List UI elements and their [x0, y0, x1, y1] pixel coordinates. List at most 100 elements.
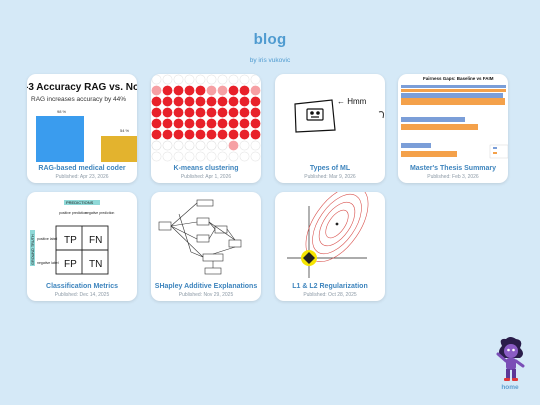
grid-dot — [195, 118, 206, 129]
grid-dot — [206, 151, 217, 162]
grid-dot — [173, 140, 184, 151]
grid-dot — [250, 118, 261, 129]
grid-dot — [195, 140, 206, 151]
matrix-row2-label: negative label — [37, 261, 59, 265]
post-card-rag[interactable]: -3 Accuracy RAG vs. No R RAG increases a… — [27, 74, 137, 183]
post-date: Published: Dec 14, 2025 — [54, 292, 110, 298]
grid-dot — [184, 85, 195, 96]
grid-dot — [250, 74, 261, 85]
post-card-shap[interactable]: SHapley Additive Explanations Published:… — [151, 192, 261, 301]
byline: by iris vukovic — [249, 57, 291, 64]
grid-dot — [228, 129, 239, 140]
post-date: Published: Mar 9, 2026 — [304, 174, 356, 180]
grid-dot — [228, 151, 239, 162]
grid-dot — [250, 96, 261, 107]
grid-dot — [217, 140, 228, 151]
shap-diagram — [158, 199, 242, 275]
post-card-types-ml[interactable]: ← Hmm Types of ML Published: Mar 9, 2026 — [275, 74, 385, 183]
cluster-grid-image — [151, 74, 261, 162]
post-title[interactable]: K-means clustering — [151, 165, 261, 172]
grid-dot — [228, 74, 239, 85]
post-title[interactable]: SHapley Additive Explanations — [151, 283, 261, 290]
grid-dot — [239, 96, 250, 107]
grid-dot — [217, 85, 228, 96]
grid-dot — [206, 74, 217, 85]
grid-dot — [151, 151, 162, 162]
post-card-regularization[interactable]: L1 & L2 Regularization Published: Oct 28… — [275, 192, 385, 301]
post-date: Published: Apr 1, 2026 — [180, 174, 232, 180]
grid-dot — [239, 151, 250, 162]
grid-dot — [195, 129, 206, 140]
post-date: Published: Feb 3, 2026 — [427, 174, 479, 180]
matrix-row1-label: positive label — [37, 237, 57, 241]
grid-dot — [250, 151, 261, 162]
post-date: Published: Nov 29, 2025 — [178, 292, 234, 298]
grid-dot — [239, 107, 250, 118]
post-thumbnail — [275, 192, 385, 280]
thumb-subheading: RAG increases accuracy by 44% — [31, 96, 126, 103]
grid-dot — [151, 85, 162, 96]
matrix-col1-label: positive prediction — [59, 211, 87, 215]
grid-dot — [162, 129, 173, 140]
matrix-cell: TP — [64, 235, 77, 246]
grid-dot — [217, 107, 228, 118]
grid-dot — [239, 85, 250, 96]
post-thumbnail: -3 Accuracy RAG vs. No R RAG increases a… — [27, 74, 137, 162]
grid-dot — [173, 96, 184, 107]
post-title[interactable]: RAG-based medical coder — [27, 165, 137, 172]
grid-dot — [239, 118, 250, 129]
post-card-thesis[interactable]: Fairness Gaps: Baseline vs FAIM Master's… — [398, 74, 508, 183]
grid-dot — [184, 74, 195, 85]
grid-dot — [239, 140, 250, 151]
home-link[interactable]: home — [492, 336, 528, 394]
post-title[interactable]: L1 & L2 Regularization — [275, 283, 385, 290]
matrix-cell: TN — [89, 259, 102, 270]
grid-dot — [162, 151, 173, 162]
grid-dot — [217, 96, 228, 107]
post-thumbnail — [151, 192, 261, 280]
doodle-mark — [378, 111, 384, 119]
grid-dot — [184, 140, 195, 151]
post-thumbnail: PREDICTIONS positive prediction negative… — [27, 192, 137, 280]
bar-value-label: 98 % — [57, 109, 67, 114]
grid-dot — [250, 129, 261, 140]
grid-dot — [228, 140, 239, 151]
grid-dot — [173, 74, 184, 85]
post-thumbnail: ← Hmm — [275, 74, 385, 162]
grid-dot — [250, 107, 261, 118]
grid-dot — [206, 140, 217, 151]
post-thumbnail — [151, 74, 261, 162]
grid-dot — [217, 151, 228, 162]
doodle-note: ← Hmm — [337, 97, 367, 106]
post-card-classification[interactable]: PREDICTIONS positive prediction negative… — [27, 192, 137, 301]
grid-dot — [173, 129, 184, 140]
grid-dot — [151, 96, 162, 107]
avatar-character-icon[interactable] — [492, 336, 528, 384]
post-title[interactable]: Types of ML — [275, 165, 385, 172]
post-card-kmeans[interactable]: K-means clustering Published: Apr 1, 202… — [151, 74, 261, 183]
grid-dot — [151, 118, 162, 129]
grid-dot — [239, 129, 250, 140]
post-title[interactable]: Classification Metrics — [27, 283, 137, 290]
grid-dot — [206, 96, 217, 107]
grid-dot — [228, 118, 239, 129]
grid-dot — [162, 96, 173, 107]
page-title: blog — [253, 31, 287, 48]
post-date: Published: Oct 28, 2025 — [303, 292, 357, 298]
matrix-side-label: GROUND TRUTH — [31, 234, 35, 265]
grid-dot — [173, 118, 184, 129]
grid-dot — [228, 107, 239, 118]
grid-dot — [195, 74, 206, 85]
monitor-doodle — [294, 99, 336, 133]
matrix-col2-label: negative prediction — [85, 211, 114, 215]
grid-dot — [239, 74, 250, 85]
post-title[interactable]: Master's Thesis Summary — [398, 165, 508, 172]
grid-dot — [151, 140, 162, 151]
thesis-bars — [401, 85, 508, 159]
matrix-top-label: PREDICTIONS — [66, 200, 94, 205]
grid-dot — [217, 129, 228, 140]
post-date: Published: Apr 23, 2026 — [55, 174, 109, 180]
home-label[interactable]: home — [492, 384, 528, 391]
grid-dot — [173, 85, 184, 96]
grid-dot — [173, 107, 184, 118]
